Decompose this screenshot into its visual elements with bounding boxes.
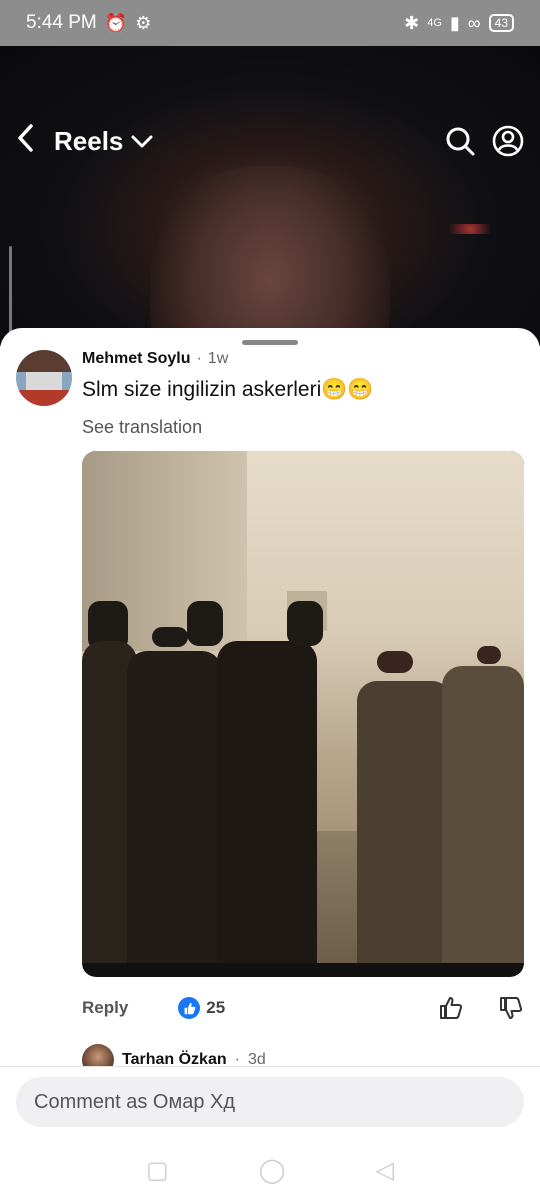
thumbs-up-icon[interactable] xyxy=(438,995,464,1021)
reel-video[interactable]: Reels xyxy=(0,46,540,346)
video-light xyxy=(440,224,500,234)
reels-header: Reels xyxy=(0,116,540,166)
recents-nav-icon[interactable]: ▢ xyxy=(146,1156,169,1185)
back-arrow-icon[interactable] xyxy=(16,123,50,159)
see-translation-link[interactable]: See translation xyxy=(82,417,202,438)
battery-indicator: 43 xyxy=(488,14,514,32)
network-type: 4G xyxy=(427,17,442,29)
chevron-down-icon[interactable] xyxy=(131,132,153,155)
comment-time: 1w xyxy=(207,350,229,367)
system-nav-bar: ▢ ◯ ◁ xyxy=(0,1155,540,1185)
comment-header: Mehmet Soylu · 1w xyxy=(82,350,228,368)
separator-dot: · xyxy=(196,350,202,367)
home-nav-icon[interactable]: ◯ xyxy=(259,1156,286,1185)
thumbs-down-icon[interactable] xyxy=(498,995,524,1021)
comment-photo[interactable] xyxy=(82,451,524,977)
avatar[interactable] xyxy=(16,350,72,406)
page-title[interactable]: Reels xyxy=(54,126,123,157)
comment-text: Slm size ingilizin askerleri😁😁 xyxy=(82,378,374,401)
comment-actions: Reply 25 xyxy=(82,995,524,1021)
profile-icon[interactable] xyxy=(492,125,524,157)
comment-input[interactable]: Comment as Омар Хд xyxy=(16,1077,524,1127)
video-face xyxy=(150,166,390,346)
status-bar: 5:44 PM ⏰ ⚙ ✱ 4G ▮ ∞ 43 xyxy=(0,0,540,46)
back-nav-icon[interactable]: ◁ xyxy=(376,1156,394,1185)
alarm-icon: ⏰ xyxy=(104,13,128,33)
video-edge-line xyxy=(9,246,12,336)
bluetooth-icon: ✱ xyxy=(404,13,420,33)
like-badge-icon xyxy=(178,997,201,1019)
drag-handle[interactable] xyxy=(242,340,298,345)
search-icon[interactable] xyxy=(444,125,476,157)
gear-icon: ⚙ xyxy=(135,13,152,33)
link-icon: ∞ xyxy=(467,13,481,33)
reply-button[interactable]: Reply xyxy=(82,998,128,1018)
comment-composer: Comment as Омар Хд ▢ ◯ ◁ xyxy=(0,1066,540,1201)
historic-photo-image xyxy=(82,451,524,963)
signal-icon: ▮ xyxy=(449,13,460,33)
comment-author[interactable]: Mehmet Soylu xyxy=(82,350,190,368)
status-time: 5:44 PM xyxy=(26,12,97,33)
like-count: 25 xyxy=(206,998,226,1017)
